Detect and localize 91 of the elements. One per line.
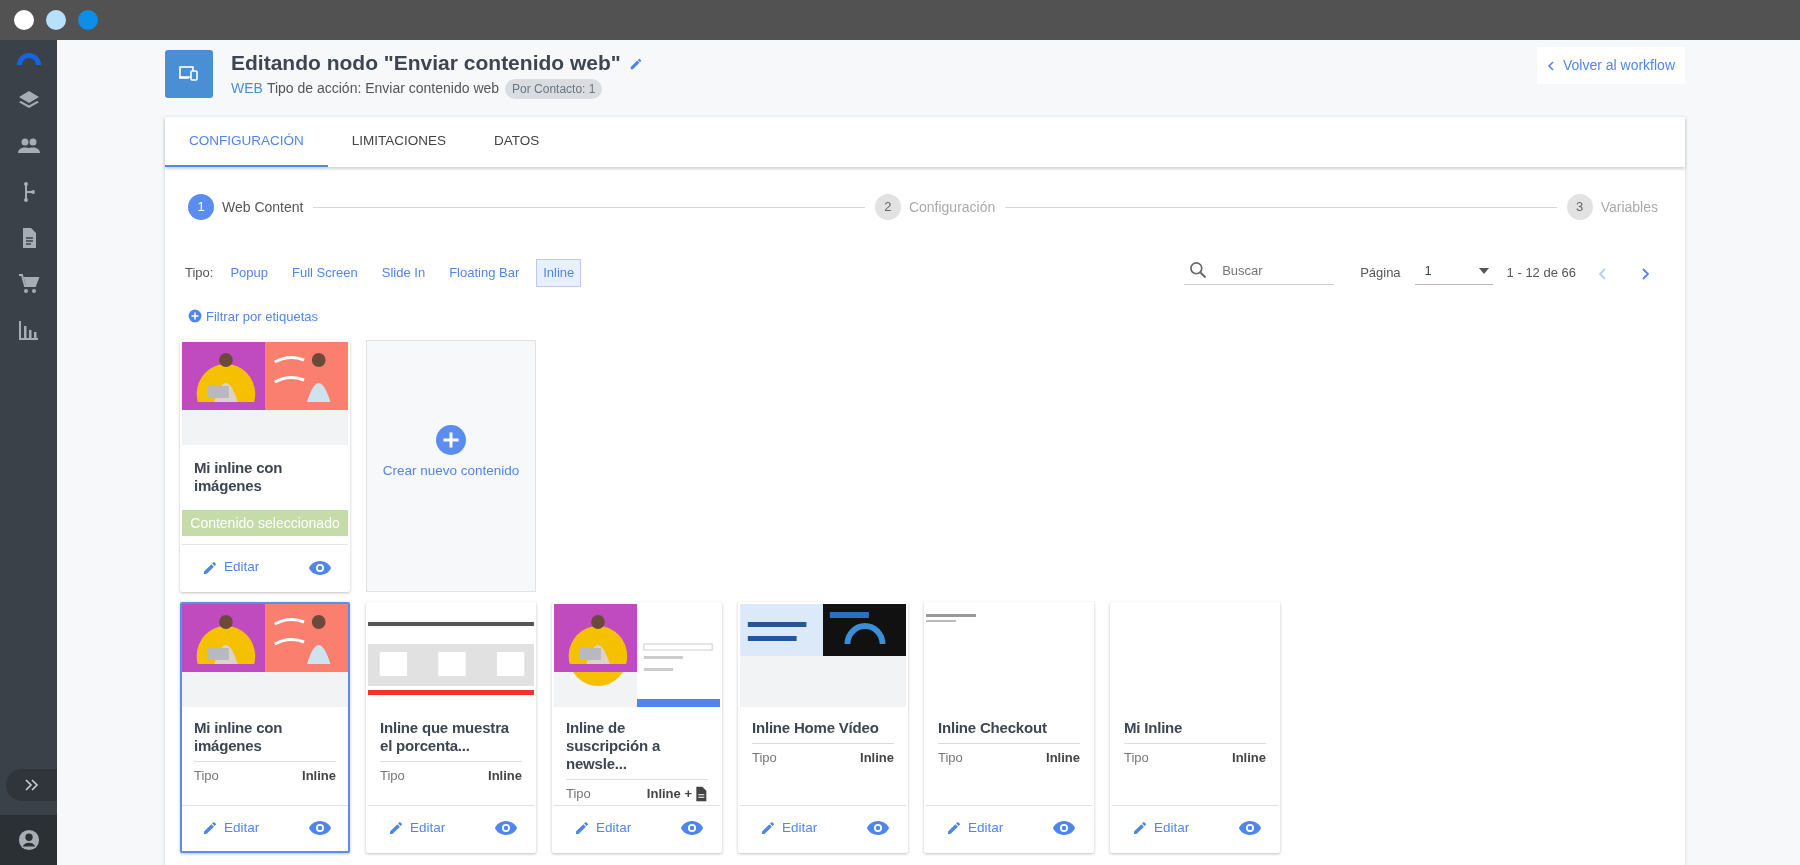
back-button[interactable]: Volver al workflow (1536, 47, 1685, 84)
pencil-icon (574, 820, 590, 837)
channel-label: WEB (231, 79, 263, 99)
action-type: Tipo de acción: Enviar contenido web (266, 79, 500, 99)
selected-status: Contenido seleccionado (182, 510, 348, 536)
edit-button[interactable]: Editar (388, 818, 446, 839)
edit-button[interactable]: Editar (202, 557, 260, 578)
pencil-icon (202, 559, 218, 576)
content-card[interactable]: Inline de suscripción a newsle... Tipo Inline + Editar (552, 602, 722, 853)
expand-button[interactable] (6, 769, 57, 801)
search-icon (1188, 260, 1209, 281)
type-value: Inline + (646, 786, 692, 803)
pencil-icon (1132, 820, 1148, 837)
chart-icon[interactable] (16, 318, 41, 342)
preview-button[interactable] (1052, 820, 1076, 837)
card-title: Inline de suscripción a newsle... (566, 719, 662, 773)
type-filter-option[interactable]: Inline (536, 259, 582, 287)
cart-icon[interactable] (16, 272, 41, 296)
preview-button[interactable] (308, 559, 332, 576)
card-title: Inline que muestra el porcenta... (380, 719, 510, 755)
type-filter-option[interactable]: Slide In (374, 259, 433, 287)
create-content-button[interactable]: Crear nuevo contenido (382, 425, 520, 482)
page-range: 1 - 12 de 66 (1506, 264, 1576, 282)
preview-button[interactable] (308, 820, 332, 837)
type-label: Tipo (1124, 750, 1149, 767)
type-value: Inline (1046, 750, 1080, 767)
window-minimize-dot[interactable] (46, 10, 66, 30)
add-circle-icon (188, 309, 202, 324)
double-chevron-icon (24, 779, 39, 791)
window-maximize-dot[interactable] (78, 10, 98, 30)
type-value: Inline (302, 768, 336, 785)
pencil-icon (388, 820, 404, 837)
type-filter-option[interactable]: Floating Bar (442, 259, 527, 287)
devices-icon (165, 50, 213, 98)
step-label: Configuración (908, 197, 996, 217)
edit-icon[interactable] (628, 56, 643, 71)
user-icon[interactable] (17, 829, 40, 851)
chevron-left-icon (1598, 267, 1606, 280)
step-number: 1 (188, 194, 214, 220)
preview-button[interactable] (494, 820, 518, 837)
card-title: Inline Checkout (938, 719, 1048, 737)
edit-button[interactable]: Editar (1132, 818, 1190, 839)
page-title: Editando nodo "Enviar contenido web" (231, 50, 621, 76)
content-card[interactable]: Mi inline con imágenes Tipo Inline Editar (180, 602, 350, 853)
pencil-icon (202, 820, 218, 837)
step-label: Web Content (222, 197, 304, 217)
pencil-icon (760, 820, 776, 837)
page-label: Página (1360, 264, 1401, 282)
type-label: Tipo: (185, 264, 214, 282)
tag-filter-link[interactable]: Filtrar por etiquetas (188, 306, 318, 326)
card-title: Inline Home Vídeo (752, 719, 880, 737)
type-label: Tipo (752, 750, 777, 767)
search-field[interactable]: Buscar (1222, 260, 1313, 280)
content-card[interactable]: Inline Home Vídeo Tipo Inline Editar (738, 602, 908, 853)
content-card[interactable]: Inline Checkout Tipo Inline Editar (924, 602, 1094, 853)
card-title: Mi Inline (1124, 719, 1184, 737)
type-label: Tipo (566, 786, 591, 803)
contact-badge: Por Contacto: 1 (505, 78, 603, 99)
tab[interactable]: DATOS (470, 117, 564, 167)
type-label: Tipo (194, 768, 219, 785)
edit-button[interactable]: Editar (946, 818, 1004, 839)
type-label: Tipo (938, 750, 963, 767)
content-card[interactable]: Mi Inline Tipo Inline Editar (1110, 602, 1280, 853)
edit-button[interactable]: Editar (202, 818, 260, 839)
card-title: Mi inline con imágenes (194, 459, 284, 495)
type-label: Tipo (380, 768, 405, 785)
logo-icon[interactable] (14, 50, 43, 66)
step-label: Variables (1600, 197, 1658, 217)
window-close-dot[interactable] (14, 10, 34, 30)
chevron-right-icon (1642, 267, 1650, 280)
preview-button[interactable] (1238, 820, 1262, 837)
edit-button[interactable]: Editar (760, 818, 818, 839)
card-title: Mi inline con imágenes (194, 719, 284, 755)
step-number: 2 (874, 194, 901, 220)
type-value: Inline (860, 750, 894, 767)
preview-button[interactable] (680, 820, 704, 837)
content-card[interactable]: Inline que muestra el porcenta... Tipo Inline Editar (366, 602, 536, 853)
tab[interactable]: CONFIGURACIÓN (165, 117, 328, 167)
type-value: Inline (1232, 750, 1266, 767)
step-number: 3 (1566, 194, 1593, 220)
pencil-icon (946, 820, 962, 837)
caret-icon (1478, 267, 1489, 274)
type-filter-option[interactable]: Full Screen (285, 259, 365, 287)
page-select[interactable]: 1 (1414, 261, 1493, 285)
type-value: Inline (488, 768, 522, 785)
add-icon (436, 425, 466, 455)
tab[interactable]: LIMITACIONES (327, 117, 470, 167)
chevron-left-icon (1546, 60, 1555, 71)
type-filter-option[interactable]: Popup (223, 259, 275, 287)
preview-button[interactable] (866, 820, 890, 837)
edit-button[interactable]: Editar (574, 818, 632, 839)
